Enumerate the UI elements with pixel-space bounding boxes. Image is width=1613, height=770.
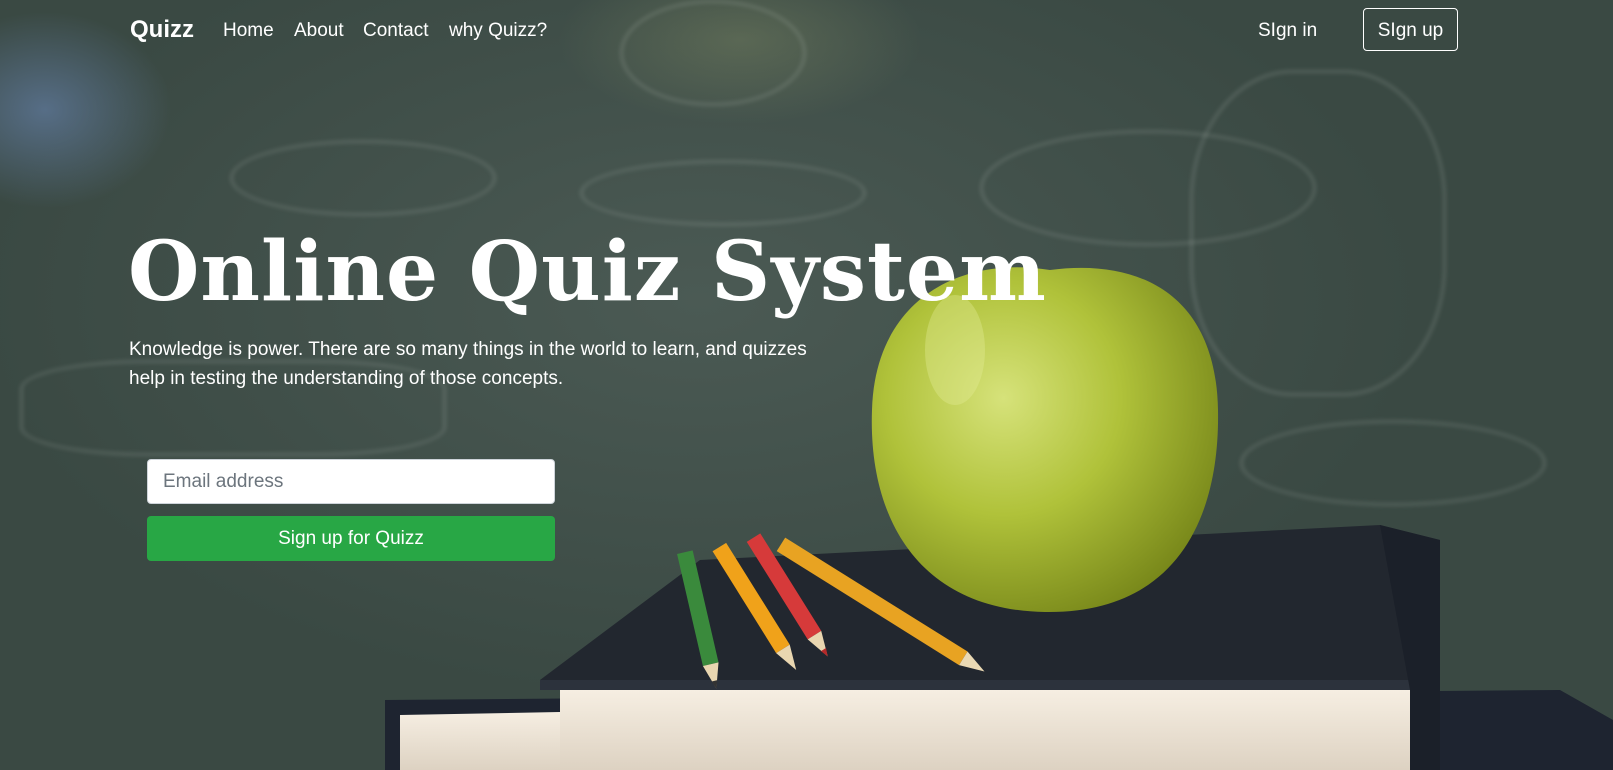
email-input[interactable] [147, 459, 555, 504]
hero-section: Quizz Home About Contact why Quizz? SIgn… [0, 0, 1613, 770]
hero-description: Knowledge is power. There are so many th… [129, 339, 807, 389]
hero-title: Online Quiz System [128, 224, 1047, 320]
signup-cta-button[interactable]: Sign up for Quizz [147, 516, 555, 561]
